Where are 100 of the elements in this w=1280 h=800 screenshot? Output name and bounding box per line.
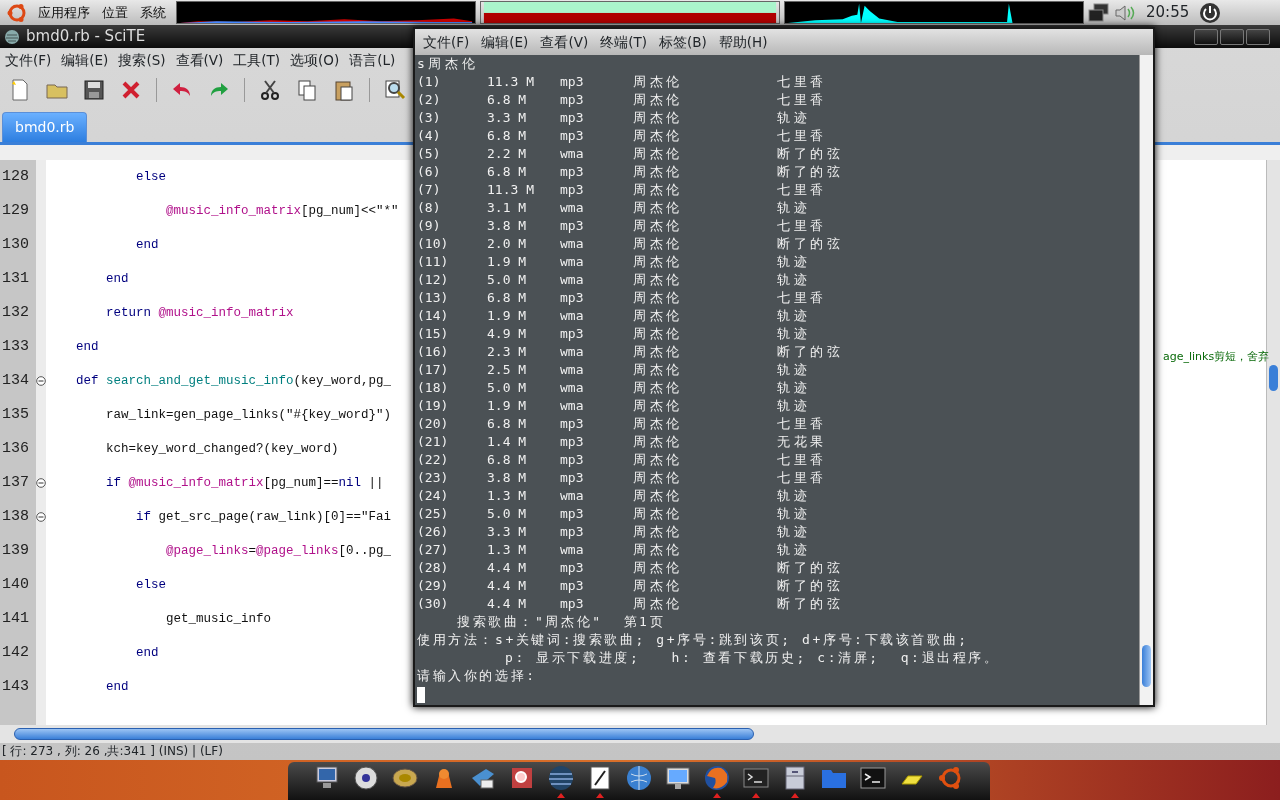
song-title: 轨迹	[777, 200, 811, 215]
menu-item[interactable]: 编辑(E)	[475, 31, 535, 53]
row-index: (8)	[417, 200, 441, 215]
file-size: 4.4 M	[487, 578, 527, 593]
save-icon[interactable]	[82, 78, 106, 102]
artist-name: 周杰伦	[633, 488, 683, 503]
file-size: 1.3 M	[487, 488, 527, 503]
panel-menu[interactable]: 位置	[96, 2, 134, 23]
disc-icon[interactable]	[352, 764, 380, 792]
terminal-icon[interactable]	[859, 764, 887, 792]
song-title: 轨迹	[777, 110, 811, 125]
file-format: mp3	[560, 452, 584, 467]
globe-icon[interactable]	[547, 764, 575, 792]
line-number: 142	[1, 643, 30, 663]
row-index: (5)	[417, 146, 441, 161]
song-title: 轨迹	[777, 308, 811, 323]
menu-item[interactable]: 标签(B)	[652, 31, 713, 53]
windows-icon[interactable]	[1088, 2, 1110, 23]
code-line: if @music_info_matrix[pg_num]==nil ||	[105, 476, 384, 490]
song-title: 七里香	[777, 92, 827, 107]
find-icon[interactable]	[383, 78, 407, 102]
row-index: (1)	[417, 74, 441, 89]
artist-name: 周杰伦	[633, 290, 683, 305]
song-title: 断了的弦	[777, 578, 844, 593]
file-size: 1.9 M	[487, 398, 527, 413]
search-heading: 搜索歌曲："周杰伦" 第1页	[457, 614, 666, 629]
file-size: 11.3 M	[487, 182, 534, 197]
menu-item[interactable]: 搜索(S)	[113, 49, 171, 71]
artist-name: 周杰伦	[633, 524, 683, 539]
code-line: end	[135, 646, 159, 660]
menu-item[interactable]: 文件(F)	[417, 31, 476, 53]
artist-name: 周杰伦	[633, 308, 683, 323]
artist-name: 周杰伦	[633, 254, 683, 269]
artist-name: 周杰伦	[633, 578, 683, 593]
song-title: 轨迹	[777, 488, 811, 503]
menu-item[interactable]: 查看(V)	[170, 49, 229, 71]
power-icon[interactable]	[1199, 1, 1222, 24]
file-size: 4.4 M	[487, 560, 527, 575]
minimize-button[interactable]	[1194, 28, 1218, 45]
file-format: mp3	[560, 434, 584, 449]
panel-menu[interactable]: 应用程序	[32, 2, 96, 23]
file-format: wma	[560, 542, 584, 557]
line-number: 137	[1, 473, 30, 493]
line-number: 135	[1, 405, 30, 425]
row-index: (18)	[417, 380, 449, 395]
file-size: 3.8 M	[487, 470, 527, 485]
file-format: mp3	[560, 182, 584, 197]
firefox-icon[interactable]	[703, 764, 731, 792]
menu-item[interactable]: 终端(T)	[594, 31, 653, 53]
file-format: wma	[560, 398, 584, 413]
artist-name: 周杰伦	[633, 128, 683, 143]
file-size: 11.3 M	[487, 74, 534, 89]
artist-name: 周杰伦	[633, 110, 683, 125]
row-index: (11)	[417, 254, 449, 269]
file-format: mp3	[560, 92, 584, 107]
artist-name: 周杰伦	[633, 272, 683, 287]
code-line: @music_info_matrix[pg_num]<<"*"	[165, 204, 399, 218]
fold-icon[interactable]	[36, 512, 46, 522]
clock[interactable]: 20:55	[1146, 1, 1190, 24]
song-title: 七里香	[777, 218, 827, 233]
file-size: 6.8 M	[487, 128, 527, 143]
file-format: wma	[560, 344, 584, 359]
artist-name: 周杰伦	[633, 74, 683, 89]
line-number: 139	[1, 541, 30, 561]
song-title: 断了的弦	[777, 560, 844, 575]
text-cursor	[417, 686, 425, 703]
close-button[interactable]	[1246, 28, 1270, 45]
file-size: 1.4 M	[487, 434, 527, 449]
fold-icon[interactable]	[36, 376, 46, 386]
file-size: 6.8 M	[487, 92, 527, 107]
globe-icon[interactable]	[625, 764, 653, 792]
song-title: 断了的弦	[777, 596, 844, 611]
scissors-icon[interactable]	[258, 78, 282, 102]
line-number: 128	[1, 167, 30, 187]
menu-item[interactable]: 帮助(H)	[712, 31, 774, 53]
menu-item[interactable]: 工具(T)	[228, 49, 286, 71]
file-format: wma	[560, 362, 584, 377]
file-format: wma	[560, 236, 584, 251]
artist-name: 周杰伦	[633, 452, 683, 467]
row-index: (24)	[417, 488, 449, 503]
monitor-icon[interactable]	[664, 764, 692, 792]
song-title: 七里香	[777, 470, 827, 485]
maximize-button[interactable]	[1220, 28, 1244, 45]
song-title: 轨迹	[777, 506, 811, 521]
menu-item[interactable]: 查看(V)	[534, 31, 595, 53]
artist-name: 周杰伦	[633, 362, 683, 377]
paste-icon[interactable]	[332, 78, 356, 102]
copy-icon[interactable]	[295, 78, 319, 102]
row-index: (4)	[417, 128, 441, 143]
running-indicator	[713, 793, 721, 798]
ubuntu-logo-icon[interactable]	[6, 1, 28, 24]
menu-item[interactable]: 文件(F)	[0, 49, 57, 71]
song-title: 轨迹	[777, 524, 811, 539]
panel-menu[interactable]: 系统	[134, 2, 172, 23]
menu-item[interactable]: 编辑(E)	[56, 49, 114, 71]
fold-icon[interactable]	[36, 478, 46, 488]
file-size: 2.2 M	[487, 146, 527, 161]
menu-item[interactable]: 选项(O)	[285, 49, 345, 71]
row-index: (19)	[417, 398, 449, 413]
menu-item[interactable]: 语言(L)	[344, 49, 401, 71]
